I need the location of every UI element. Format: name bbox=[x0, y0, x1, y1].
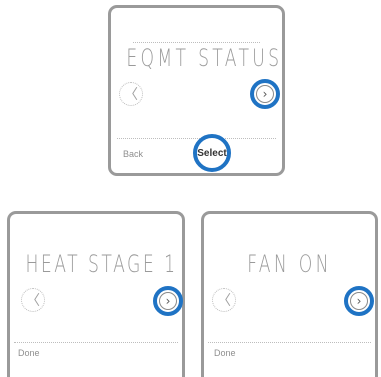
screen-fan-on: FAN ON 〈 › Done bbox=[201, 211, 378, 377]
chevron-left-icon: 〈 bbox=[124, 87, 138, 103]
screen-heat-stage-1: HEAT STAGE 1 〈 › Done bbox=[7, 211, 185, 377]
softkey-divider bbox=[208, 342, 371, 343]
display-text: EQMT STATUS bbox=[126, 44, 283, 72]
prev-arrow-button[interactable]: 〈 bbox=[119, 82, 143, 106]
chevron-left-icon: 〈 bbox=[26, 293, 40, 309]
chevron-right-icon: › bbox=[165, 294, 171, 308]
display-text: HEAT STAGE 1 bbox=[25, 250, 178, 278]
display-top-divider bbox=[133, 42, 260, 43]
next-arrow-button[interactable]: › bbox=[344, 286, 374, 316]
chevron-right-icon: › bbox=[262, 87, 268, 101]
done-button[interactable]: Done bbox=[214, 348, 236, 358]
prev-arrow-button[interactable]: 〈 bbox=[212, 288, 236, 312]
chevron-right-icon: › bbox=[356, 294, 362, 308]
softkey-divider bbox=[14, 342, 178, 343]
display-text: FAN ON bbox=[247, 250, 332, 278]
softkey-divider bbox=[117, 138, 276, 139]
chevron-left-icon: 〈 bbox=[217, 293, 231, 309]
select-button[interactable]: Select bbox=[193, 134, 231, 172]
next-arrow-button[interactable]: › bbox=[153, 286, 183, 316]
thermostat-screens: EQMT STATUS 〈 › Back Select HEAT STAGE 1… bbox=[0, 0, 381, 377]
screen-eqmt-status: EQMT STATUS 〈 › Back Select bbox=[108, 5, 285, 176]
done-button[interactable]: Done bbox=[18, 348, 40, 358]
back-button[interactable]: Back bbox=[123, 149, 143, 159]
select-label: Select bbox=[197, 147, 227, 159]
next-arrow-button[interactable]: › bbox=[250, 79, 280, 109]
prev-arrow-button[interactable]: 〈 bbox=[21, 288, 45, 312]
